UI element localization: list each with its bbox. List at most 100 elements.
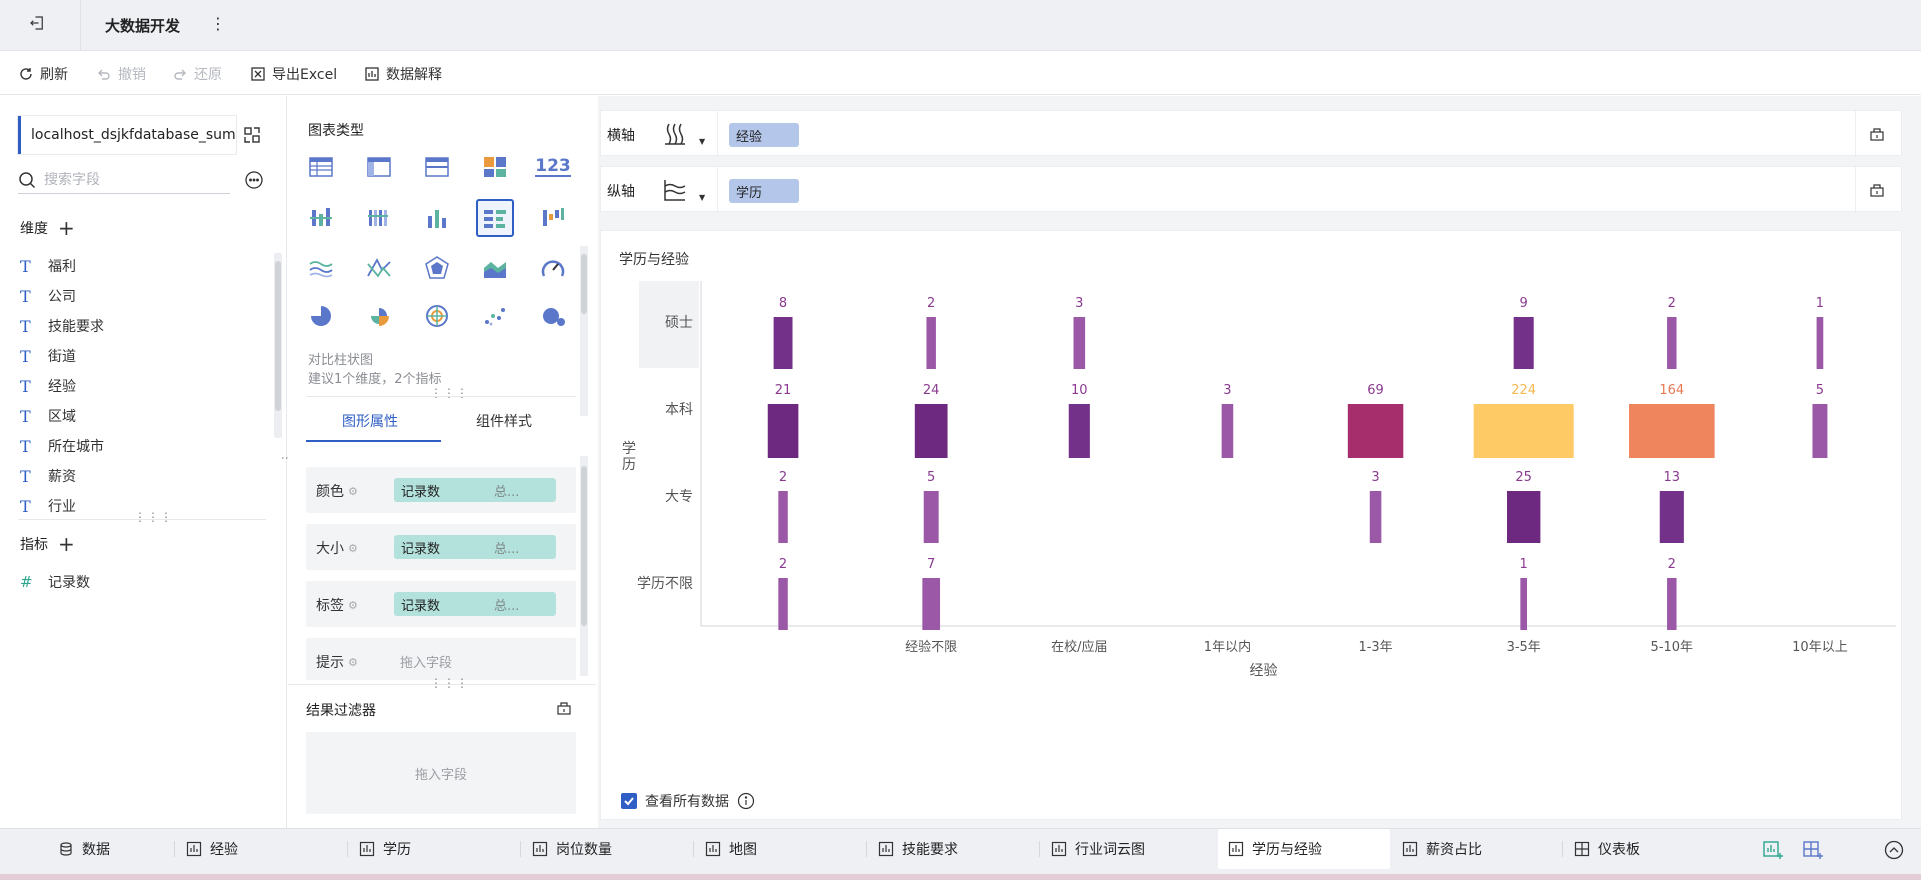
dimension-field[interactable]: T 区域 bbox=[20, 404, 76, 428]
tooltip-property[interactable]: 提示 ⚙ 拖入字段 bbox=[306, 638, 576, 680]
line-chart-icon[interactable] bbox=[302, 249, 340, 287]
collapse-up-icon[interactable] bbox=[1883, 839, 1905, 861]
redo-button[interactable]: 还原 bbox=[172, 63, 222, 85]
comparison-bar-icon[interactable] bbox=[476, 199, 514, 237]
dimension-field[interactable]: T 所在城市 bbox=[20, 434, 104, 458]
text-type-icon: T bbox=[20, 286, 31, 306]
x-axis-type-icon[interactable] bbox=[661, 120, 689, 148]
gear-icon[interactable]: ⚙ bbox=[348, 599, 358, 612]
y-axis-type-icon[interactable] bbox=[661, 176, 689, 204]
info-icon[interactable] bbox=[737, 792, 755, 810]
dimension-field[interactable]: T 福利 bbox=[20, 254, 76, 278]
add-dimension-icon[interactable]: + bbox=[58, 218, 75, 238]
field-pill[interactable]: 记录数 总... bbox=[394, 535, 556, 559]
tab-word-cloud[interactable]: 行业词云图 bbox=[1051, 829, 1145, 869]
dimension-field[interactable]: T 街道 bbox=[20, 344, 76, 368]
export-excel-button[interactable]: 导出Excel bbox=[250, 63, 337, 85]
exit-icon[interactable] bbox=[28, 14, 52, 38]
data-label: 21 bbox=[775, 383, 792, 398]
chevron-down-icon[interactable]: ▼ bbox=[699, 137, 705, 146]
add-dashboard-icon[interactable] bbox=[1802, 839, 1824, 861]
tab-salary-share[interactable]: 薪资占比 bbox=[1402, 829, 1482, 869]
data-label: 25 bbox=[1515, 470, 1532, 485]
dimension-field[interactable]: T 技能要求 bbox=[20, 314, 104, 338]
bubble-icon[interactable] bbox=[534, 297, 572, 335]
chart-card: 学历与经验 硕士 本科 大专 学历不限 学历经验不限 在校/应届 1年以内 1-3年 3-5年 5… bbox=[600, 230, 1902, 820]
tab-component-style[interactable]: 组件样式 bbox=[476, 411, 532, 431]
tab-label: 数据 bbox=[82, 842, 110, 858]
x-tick-label: 1年以内 bbox=[1204, 639, 1251, 655]
color-property[interactable]: 颜色 ⚙ 记录数 总... bbox=[306, 467, 576, 513]
measure-field[interactable]: # 记录数 bbox=[20, 570, 90, 594]
pie-chart-icon[interactable] bbox=[302, 297, 340, 335]
field-pill[interactable]: 记录数 总... bbox=[394, 478, 556, 502]
add-measure-icon[interactable]: + bbox=[58, 534, 75, 554]
dimension-field[interactable]: T 行业 bbox=[20, 494, 76, 518]
waterfall-icon[interactable] bbox=[534, 199, 572, 237]
switch-datasource-icon[interactable] bbox=[242, 125, 262, 145]
multi-pie-icon[interactable] bbox=[418, 297, 456, 335]
tab-graphic-properties[interactable]: 图形属性 bbox=[342, 411, 398, 431]
y-axis-field-tag[interactable]: 学历 bbox=[729, 179, 799, 203]
view-all-label: 查看所有数据 bbox=[645, 794, 729, 810]
gear-icon[interactable]: ⚙ bbox=[348, 656, 358, 669]
tab-dashboard[interactable]: 仪表板 bbox=[1574, 829, 1640, 869]
filter-drop-zone[interactable]: 拖入字段 bbox=[306, 732, 576, 814]
stacked-bar-icon[interactable] bbox=[360, 199, 398, 237]
datasource-selector[interactable]: localhost_dsjkfdatabase_sum bbox=[18, 116, 236, 154]
chevron-down-icon[interactable]: ▼ bbox=[699, 193, 705, 202]
tab-education[interactable]: 学历 bbox=[359, 829, 411, 869]
divider bbox=[866, 841, 867, 857]
field-pill[interactable]: 记录数 总... bbox=[394, 592, 556, 616]
tab-skills[interactable]: 技能要求 bbox=[878, 829, 958, 869]
axis-settings-icon[interactable] bbox=[1869, 182, 1885, 198]
kpi-card-icon[interactable] bbox=[476, 148, 514, 186]
resize-handle[interactable]: ⋮⋮⋮ bbox=[430, 676, 469, 690]
gear-icon[interactable]: ⚙ bbox=[348, 542, 358, 555]
divider bbox=[1855, 111, 1856, 157]
x-tick-label: 在校/应届 bbox=[1051, 639, 1107, 655]
refresh-button[interactable]: 刷新 bbox=[18, 63, 68, 85]
radar-chart-icon[interactable] bbox=[418, 249, 456, 287]
grouped-bar-icon[interactable] bbox=[302, 199, 340, 237]
view-all-data-toggle[interactable]: 查看所有数据 bbox=[621, 791, 755, 811]
more-options-icon[interactable] bbox=[244, 170, 264, 190]
data-explain-button[interactable]: 数据解释 bbox=[364, 63, 442, 85]
filter-settings-icon[interactable] bbox=[556, 700, 572, 716]
area-chart-icon[interactable] bbox=[476, 249, 514, 287]
resize-handle[interactable]: ⋮⋮⋮ bbox=[134, 510, 173, 524]
more-menu-icon[interactable]: ⋮ bbox=[210, 14, 226, 33]
gauge-icon[interactable] bbox=[534, 249, 572, 287]
detail-table-icon[interactable] bbox=[418, 148, 456, 186]
tab-map[interactable]: 地图 bbox=[705, 829, 757, 869]
x-axis-field-tag[interactable]: 经验 bbox=[729, 123, 799, 147]
size-property[interactable]: 大小 ⚙ 记录数 总... bbox=[306, 524, 576, 570]
bar-chart-icon[interactable] bbox=[418, 199, 456, 237]
chart-tab-icon bbox=[186, 841, 202, 857]
tab-job-count[interactable]: 岗位数量 bbox=[532, 829, 612, 869]
dimension-field[interactable]: T 经验 bbox=[20, 374, 76, 398]
rose-chart-icon[interactable] bbox=[360, 297, 398, 335]
search-input[interactable] bbox=[44, 171, 214, 188]
dimension-field[interactable]: T 薪资 bbox=[20, 464, 76, 488]
table-chart-icon[interactable] bbox=[302, 148, 340, 186]
add-component-icon[interactable] bbox=[1762, 839, 1784, 861]
tab-data[interactable]: 数据 bbox=[58, 829, 110, 869]
undo-button[interactable]: 撤销 bbox=[96, 63, 146, 85]
chart-types-scrollbar[interactable] bbox=[580, 246, 588, 416]
measures-title: 指标 bbox=[20, 537, 48, 553]
axis-settings-icon[interactable] bbox=[1869, 126, 1885, 142]
cross-table-icon[interactable] bbox=[360, 148, 398, 186]
dimension-scrollbar[interactable] bbox=[274, 253, 282, 438]
number-card-icon[interactable]: 123 bbox=[534, 148, 572, 186]
data-label: 9 bbox=[1520, 296, 1528, 311]
scatter-icon[interactable] bbox=[476, 297, 514, 335]
properties-scrollbar[interactable] bbox=[580, 456, 588, 676]
gear-icon[interactable]: ⚙ bbox=[348, 485, 358, 498]
dimension-field[interactable]: T 公司 bbox=[20, 284, 76, 308]
tab-education-experience[interactable]: 学历与经验 bbox=[1218, 829, 1390, 869]
radar-line-icon[interactable] bbox=[360, 249, 398, 287]
checkbox-checked-icon[interactable] bbox=[621, 793, 637, 809]
label-property[interactable]: 标签 ⚙ 记录数 总... bbox=[306, 581, 576, 627]
tab-experience[interactable]: 经验 bbox=[186, 829, 238, 869]
